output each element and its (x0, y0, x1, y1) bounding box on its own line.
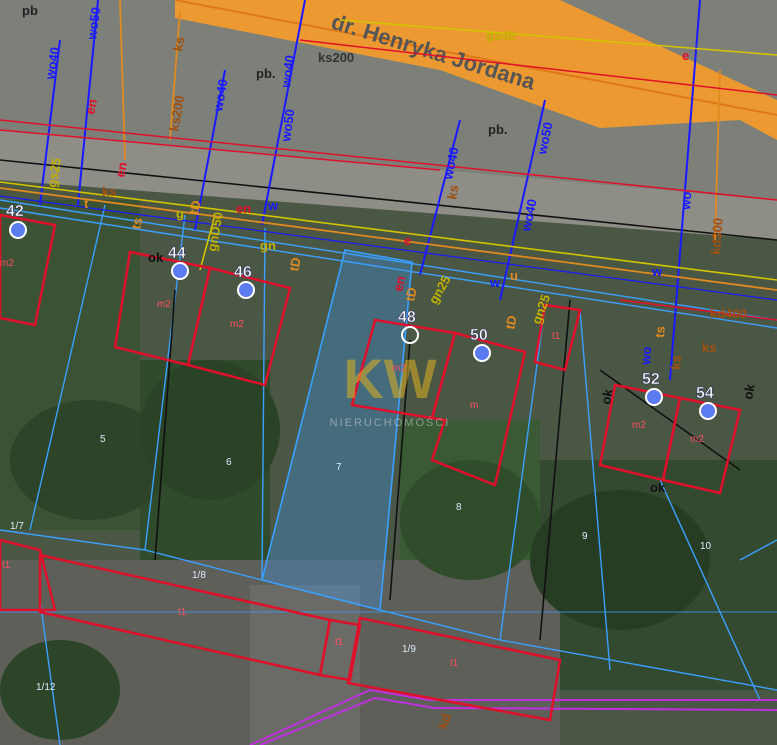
watermark-logo: KW (343, 347, 436, 410)
parcel-number: 8 (456, 502, 462, 513)
house-number-42: 42 (6, 203, 24, 220)
label-kd400: kd400 (710, 306, 747, 321)
parcel-number: 7 (336, 462, 342, 473)
parcel-number: 1/7 (10, 521, 24, 532)
watermark: KW NIERUCHOMOŚCI (330, 347, 451, 429)
label-gn: gn (260, 238, 276, 253)
label-pb-dot: pb. (488, 122, 508, 137)
label-t: t (84, 196, 89, 211)
house-number-52: 52 (642, 371, 660, 388)
building-label-t1: t1 (2, 560, 11, 571)
parcel-number: 10 (700, 541, 712, 552)
label-e: e (682, 48, 689, 63)
label-ks: ks (444, 184, 461, 201)
label-wo: wo (638, 346, 654, 366)
building-label-m2: m2 (392, 363, 406, 374)
label-en: en (82, 98, 100, 116)
house-number-46: 46 (234, 264, 252, 281)
label-pb: pb (22, 3, 38, 18)
label-en: en (112, 161, 130, 179)
label-ks200: ks200 (318, 50, 354, 65)
house-number-48: 48 (398, 309, 416, 326)
parcel-number: 1/9 (402, 644, 416, 655)
building-label-m2: m2 (230, 319, 244, 330)
house-number-dot (9, 221, 27, 239)
label-wo: wo (678, 191, 694, 211)
house-number-dot (473, 344, 491, 362)
label-ks: ks (170, 36, 187, 53)
label-ks: ks (102, 184, 116, 199)
watermark-text: NIERUCHOMOŚCI (330, 416, 451, 429)
parcel-number: 5 (100, 434, 106, 445)
label-pb-dot: pb. (256, 66, 276, 81)
label-w: w (489, 275, 501, 290)
label-w: w (267, 198, 279, 213)
parcel-number: 9 (582, 531, 588, 542)
house-number-50: 50 (470, 327, 488, 344)
building-label-t1: t1 (552, 331, 561, 342)
cadastral-map[interactable]: dr. Henryka Jordana KW NIERUCHOMOŚCI 42 … (0, 0, 777, 745)
house-number-dot (645, 388, 663, 406)
building-label-t1: t1 (335, 637, 344, 648)
building-label-t1: t1 (450, 658, 459, 669)
house-number-dot (237, 281, 255, 299)
building-label-m2: m2 (632, 420, 646, 431)
house-number-44: 44 (168, 245, 186, 262)
label-ks: ks (668, 355, 684, 370)
label-en: en (236, 201, 251, 216)
label-e: e (404, 233, 411, 248)
label-u: u (510, 268, 518, 283)
label-ks: ks (702, 340, 716, 355)
label-g: g (176, 206, 184, 221)
house-number-dot (171, 262, 189, 280)
label-gs40: gs40 (486, 28, 516, 43)
label-ok: ok (148, 250, 164, 265)
house-number-54: 54 (696, 385, 714, 402)
building-label-m2: m2 (690, 434, 704, 445)
label-kd300: kd300 (708, 217, 726, 255)
parcel-number: 1/12 (36, 682, 56, 693)
label-ok: ok (650, 480, 666, 495)
house-number-dot (699, 402, 717, 420)
label-w: w (651, 264, 663, 279)
label-ts: ts (652, 326, 668, 339)
building-label-m2: m2 (0, 258, 14, 269)
parcel-number: 1/8 (192, 570, 206, 581)
parcel-number: 6 (226, 457, 232, 468)
building-label-m: m (470, 400, 478, 411)
building-label-t1: t1 (178, 607, 187, 618)
building-label-m2: m2 (157, 299, 171, 310)
